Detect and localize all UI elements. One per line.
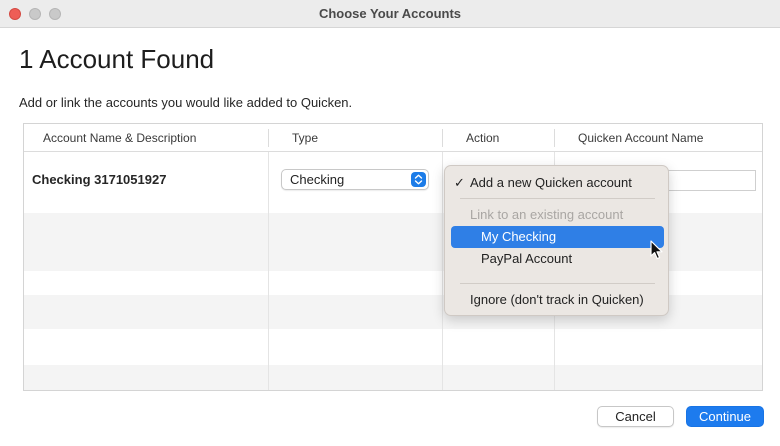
column-header-type[interactable]: Type bbox=[292, 124, 318, 152]
header-divider bbox=[554, 129, 555, 147]
quicken-account-name-field[interactable] bbox=[664, 170, 756, 191]
menu-separator bbox=[460, 198, 655, 199]
menu-item-label: Link to an existing account bbox=[470, 207, 624, 222]
column-header-action[interactable]: Action bbox=[466, 124, 499, 152]
header-divider bbox=[268, 129, 269, 147]
up-down-chevron-icon bbox=[411, 172, 426, 187]
header-divider bbox=[442, 129, 443, 147]
menu-item-label: Ignore (don't track in Quicken) bbox=[470, 292, 644, 307]
menu-item-label: PayPal Account bbox=[481, 251, 573, 266]
mouse-pointer-icon bbox=[650, 240, 663, 260]
continue-button[interactable]: Continue bbox=[686, 406, 764, 427]
account-type-select[interactable]: Checking bbox=[281, 169, 429, 190]
column-header-quicken-name[interactable]: Quicken Account Name bbox=[578, 124, 703, 152]
table-row-stripe bbox=[24, 365, 762, 390]
page-instructions: Add or link the accounts you would like … bbox=[19, 95, 353, 110]
checkmark-icon: ✓ bbox=[454, 175, 465, 190]
table-header: Account Name & Description Type Action Q… bbox=[24, 124, 762, 152]
column-divider bbox=[442, 152, 443, 390]
menu-item-ignore[interactable]: Ignore (don't track in Quicken) bbox=[451, 289, 664, 311]
account-name-cell: Checking 3171051927 bbox=[32, 172, 167, 187]
action-popup-menu: ✓ Add a new Quicken account Link to an e… bbox=[444, 165, 669, 316]
menu-item-label: My Checking bbox=[481, 229, 557, 244]
menu-section-link-existing: Link to an existing account bbox=[451, 204, 664, 226]
menu-item-my-checking[interactable]: My Checking bbox=[451, 226, 664, 248]
cancel-button[interactable]: Cancel bbox=[597, 406, 674, 427]
window-title: Choose Your Accounts bbox=[318, 6, 462, 21]
column-header-account-name[interactable]: Account Name & Description bbox=[43, 124, 196, 152]
menu-item-label: Add a new Quicken account bbox=[470, 175, 632, 190]
menu-item-paypal-account[interactable]: PayPal Account bbox=[451, 248, 664, 270]
column-divider bbox=[268, 152, 269, 390]
account-type-value: Checking bbox=[290, 172, 345, 187]
menu-separator bbox=[460, 283, 655, 284]
window-titlebar: Choose Your Accounts bbox=[0, 0, 780, 28]
menu-item-add-new-account[interactable]: ✓ Add a new Quicken account bbox=[451, 172, 664, 194]
page-title: 1 Account Found bbox=[19, 44, 215, 74]
